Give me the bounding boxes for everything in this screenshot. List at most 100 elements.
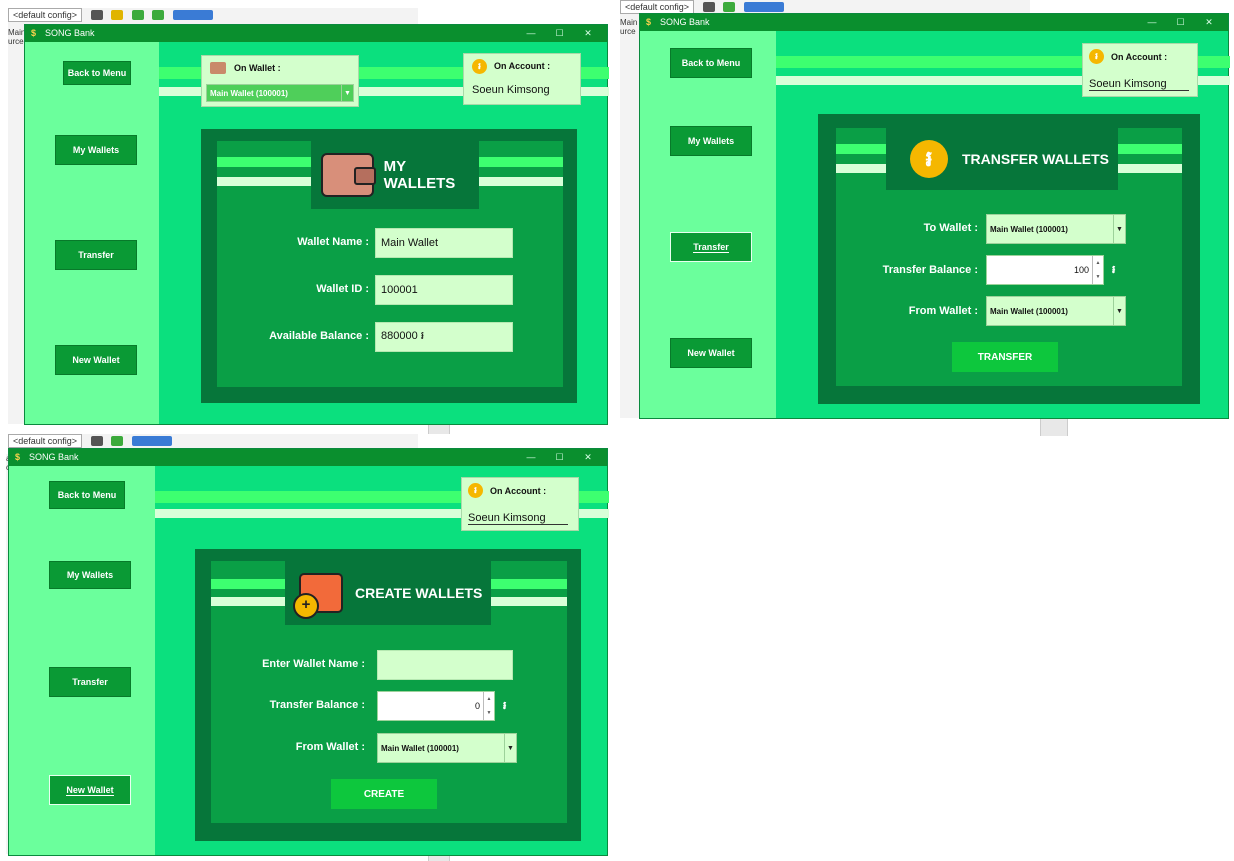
available-balance-field[interactable]: 880000 ៛ — [375, 322, 513, 352]
transfer-label-3: Transfer — [72, 677, 108, 687]
on-account-box-3: ៛ On Account : Soeun Kimsong — [461, 477, 579, 531]
new-wallet-button-2[interactable]: New Wallet — [670, 338, 752, 368]
wallet-name-label: Wallet Name : — [297, 236, 369, 248]
on-wallet-value: Main Wallet (100001) — [210, 88, 288, 98]
on-wallet-box: On Wallet : Main Wallet (100001) ▼ — [201, 55, 359, 107]
transfer-balance-value: 100 — [1073, 265, 1089, 275]
close-button-2[interactable]: ✕ — [1196, 14, 1222, 31]
window-create-wallet: $ SONG Bank — ☐ ✕ Back to Menu My Wallets… — [8, 448, 609, 856]
from-wallet-select[interactable]: Main Wallet (100001) ▼ — [986, 296, 1126, 326]
ide-source-tab-2: urce — [620, 27, 636, 36]
create-balance-value: 0 — [474, 701, 480, 711]
back-label-2: Back to Menu — [681, 58, 741, 68]
create-balance-spinner[interactable]: 0 ▲ ▼ — [377, 691, 495, 721]
my-wallets-button-3[interactable]: My Wallets — [49, 561, 131, 589]
my-wallets-label: My Wallets — [72, 145, 120, 155]
window-title-2: SONG Bank — [660, 17, 710, 27]
minimize-button-2[interactable]: — — [1139, 14, 1165, 31]
on-wallet-select[interactable]: Main Wallet (100001) ▼ — [206, 84, 354, 102]
spinner-arrows-icon[interactable]: ▲ ▼ — [1092, 256, 1103, 284]
wallet-name-input[interactable] — [377, 650, 513, 680]
on-account-label: On Account : — [494, 61, 551, 71]
play-icon-3[interactable] — [111, 436, 124, 446]
window-title-3: SONG Bank — [29, 452, 79, 462]
new-wallet-label: New Wallet — [72, 355, 120, 365]
chevron-down-icon: ▼ — [1113, 215, 1125, 243]
close-button-3[interactable]: ✕ — [575, 449, 601, 466]
on-account-box-2: ៛ On Account : Soeun Kimsong — [1082, 43, 1198, 97]
back-label-3: Back to Menu — [57, 490, 117, 500]
maximize-button-3[interactable]: ☐ — [546, 449, 572, 466]
header-title: MY WALLETS — [383, 158, 456, 192]
transfer-header: ៛ TRANSFER WALLETS — [886, 128, 1118, 190]
minimize-button[interactable]: — — [518, 25, 544, 42]
from-wallet-value: Main Wallet (100001) — [990, 306, 1068, 316]
play-icon[interactable] — [131, 10, 144, 20]
transfer-button-3[interactable]: Transfer — [49, 667, 131, 697]
maximize-button-2[interactable]: ☐ — [1167, 14, 1193, 31]
back-to-menu-button[interactable]: Back to Menu — [63, 61, 131, 85]
window-my-wallets: $ SONG Bank — ☐ ✕ Back to Menu My Wallets… — [24, 24, 609, 425]
close-button[interactable]: ✕ — [575, 25, 601, 42]
create-balance-label: Transfer Balance : — [269, 699, 365, 711]
my-wallets-label-3: My Wallets — [66, 570, 114, 580]
new-wallet-label-2: New Wallet — [687, 348, 735, 358]
window-transfer: $ SONG Bank — ☐ ✕ Back to Menu My Wallets… — [639, 13, 1230, 419]
back-label: Back to Menu — [67, 68, 127, 78]
on-account-box: ៛ On Account : Soeun Kimsong — [463, 53, 581, 105]
run-icon-3[interactable] — [90, 436, 103, 446]
run-icon-2[interactable] — [702, 2, 715, 12]
transfer-balance-label: Transfer Balance : — [882, 264, 978, 276]
title-bar-3: $ SONG Bank — ☐ ✕ — [9, 449, 607, 466]
ide-scroll-strip-1 — [428, 424, 450, 434]
create-submit-button[interactable]: CREATE — [331, 779, 437, 809]
config-combo[interactable]: <default config> — [8, 8, 83, 22]
bank-logo-icon: $ — [646, 17, 652, 27]
run-icon[interactable] — [90, 10, 103, 20]
on-account-label-2: On Account : — [1111, 52, 1168, 62]
memory-icon-3 — [131, 436, 172, 446]
transfer-label-2: Transfer — [693, 241, 729, 253]
riel-coin-icon: ៛ — [1089, 49, 1104, 64]
from-wallet-select-3[interactable]: Main Wallet (100001) ▼ — [377, 733, 517, 763]
riel-coin-icon: ៛ — [910, 140, 948, 178]
new-wallet-button-3[interactable]: New Wallet — [49, 775, 131, 805]
spinner-arrows-icon[interactable]: ▲ ▼ — [483, 692, 494, 720]
my-wallets-header: MY WALLETS — [311, 141, 479, 209]
transfer-button-2[interactable]: Transfer — [670, 232, 752, 262]
transfer-balance-spinner[interactable]: 100 ▲ ▼ — [986, 255, 1104, 285]
play-icon-2[interactable] — [723, 2, 736, 12]
config-combo-2[interactable]: <default config> — [620, 0, 695, 14]
from-wallet-label: From Wallet : — [908, 305, 978, 317]
debug-icon[interactable] — [152, 10, 165, 20]
add-wallet-icon: + — [293, 573, 343, 619]
account-name-3: Soeun Kimsong — [468, 512, 568, 525]
new-wallet-button[interactable]: New Wallet — [55, 345, 137, 375]
minimize-button-3[interactable]: — — [518, 449, 544, 466]
my-wallets-button-2[interactable]: My Wallets — [670, 126, 752, 156]
transfer-submit-button[interactable]: TRANSFER — [952, 342, 1058, 372]
config-combo-3[interactable]: <default config> — [8, 434, 83, 448]
account-name: Soeun Kimsong — [472, 84, 550, 96]
header-title-2: TRANSFER WALLETS — [962, 151, 1109, 167]
memory-icon — [172, 10, 213, 20]
ide-scroll-strip-2 — [1040, 418, 1068, 436]
to-wallet-select[interactable]: Main Wallet (100001) ▼ — [986, 214, 1126, 244]
create-header: + CREATE WALLETS — [285, 561, 491, 625]
bank-logo-icon: $ — [15, 452, 21, 462]
transfer-button[interactable]: Transfer — [55, 240, 137, 270]
on-account-label-3: On Account : — [490, 486, 547, 496]
memory-icon-2 — [743, 2, 784, 12]
wallet-icon — [321, 153, 376, 197]
title-bar: $ SONG Bank — ☐ ✕ — [25, 25, 607, 42]
back-to-menu-button-3[interactable]: Back to Menu — [49, 481, 125, 509]
chevron-down-icon: ▼ — [1113, 297, 1125, 325]
wallet-name-field[interactable]: Main Wallet — [375, 228, 513, 258]
riel-symbol: ៛ — [1112, 264, 1116, 276]
title-bar-2: $ SONG Bank — ☐ ✕ — [640, 14, 1228, 31]
wallet-id-field[interactable]: 100001 — [375, 275, 513, 305]
maximize-button[interactable]: ☐ — [546, 25, 572, 42]
back-to-menu-button-2[interactable]: Back to Menu — [670, 48, 752, 78]
my-wallets-button[interactable]: My Wallets — [55, 135, 137, 165]
build-icon[interactable] — [111, 10, 124, 20]
